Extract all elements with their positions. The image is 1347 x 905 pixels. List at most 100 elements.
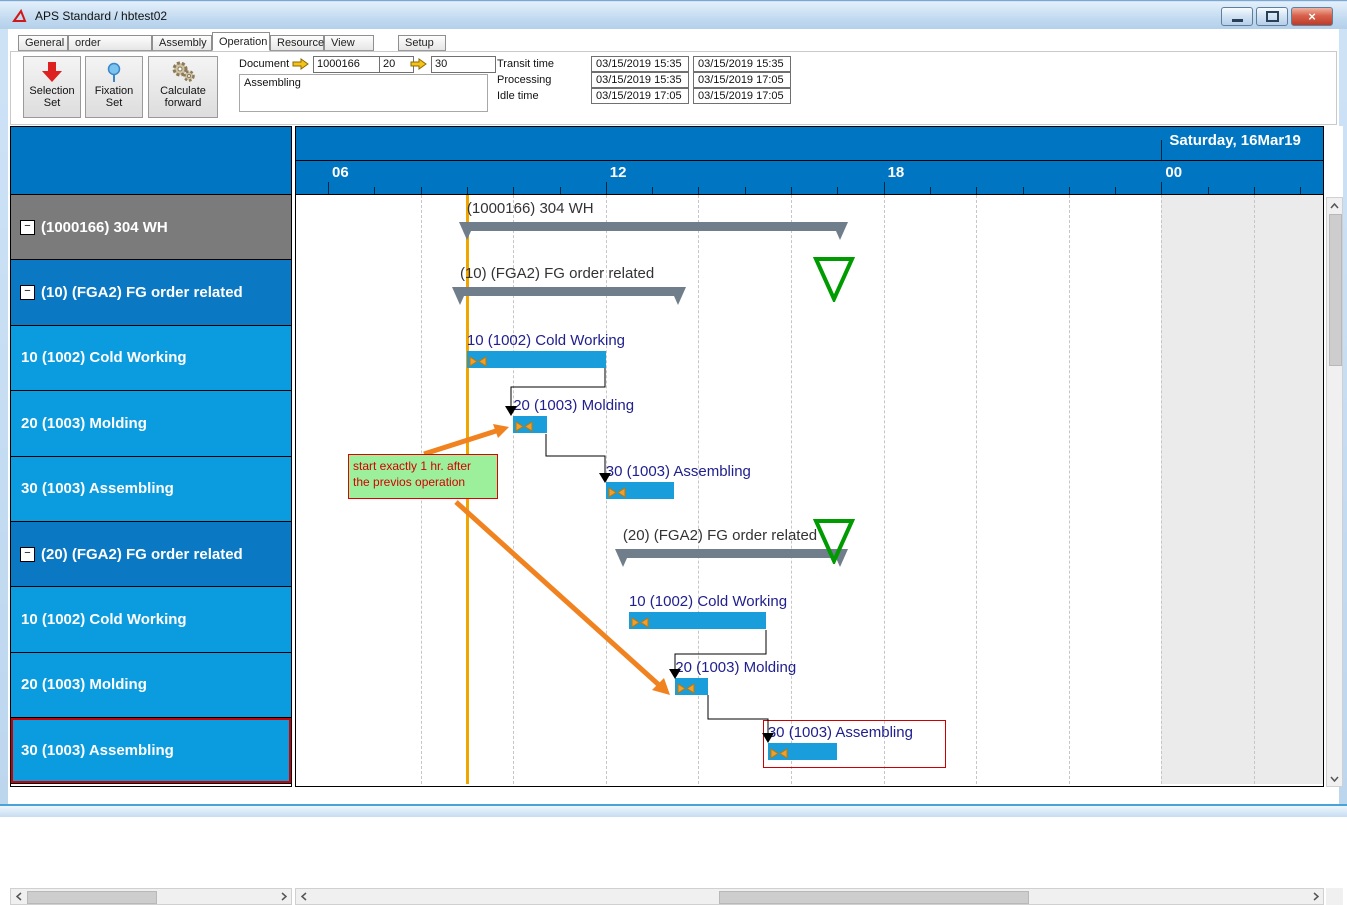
resource-row[interactable]: 30 (1003) Assembling	[11, 718, 291, 783]
tab-order[interactable]: order	[68, 35, 152, 51]
task-bar[interactable]	[629, 612, 767, 629]
tab-general[interactable]: General	[18, 35, 68, 51]
scroll-up-icon[interactable]	[1327, 198, 1342, 213]
transit-from-field[interactable]: 03/15/2019 15:35	[591, 56, 689, 72]
hour-tick	[1208, 187, 1209, 194]
task-bar[interactable]	[467, 351, 606, 368]
collapse-icon[interactable]: −	[20, 285, 35, 300]
bar-label: 10 (1002) Cold Working	[467, 332, 625, 349]
constraint-marker-icon	[631, 615, 649, 633]
toolbar: SelectionSetFixationSetCalculateforward …	[10, 51, 1337, 125]
resource-row[interactable]: 10 (1002) Cold Working	[11, 587, 291, 652]
maximize-icon	[1266, 11, 1279, 22]
task-bar[interactable]	[606, 482, 674, 499]
processing-from-field[interactable]: 03/15/2019 15:35	[591, 72, 689, 88]
vertical-scroll-thumb[interactable]	[1329, 214, 1342, 366]
button-label: Fixation	[86, 85, 142, 97]
tab-setup[interactable]: Setup	[398, 35, 446, 51]
tab-resource[interactable]: Resource	[270, 35, 324, 51]
hour-tick	[328, 182, 329, 194]
constraint-marker-icon	[469, 354, 487, 372]
resource-row[interactable]: 10 (1002) Cold Working	[11, 326, 291, 391]
scroll-left-icon[interactable]	[296, 889, 311, 904]
processing-to-field[interactable]: 03/15/2019 17:05	[693, 72, 791, 88]
idle-from-field[interactable]: 03/15/2019 17:05	[591, 88, 689, 104]
client-area: GeneralorderAssemblyOperationResourceVie…	[8, 29, 1339, 807]
resource-row-label: (20) (FGA2) FG order related	[41, 546, 243, 563]
hour-tick	[421, 187, 422, 194]
task-bar[interactable]	[675, 678, 707, 695]
constraint-marker-icon	[515, 419, 533, 437]
vertical-scrollbar[interactable]	[1326, 197, 1343, 787]
resource-row[interactable]: 30 (1003) Assembling	[11, 457, 291, 522]
resource-row-label: 20 (1003) Molding	[21, 415, 147, 432]
close-icon: ×	[1308, 9, 1316, 24]
gantt-row: 20 (1003) Molding	[296, 391, 1323, 456]
gantt-body: (1000166) 304 WH (10) (FGA2) FG order rel…	[296, 195, 1323, 784]
gantt-row: (20) (FGA2) FG order related	[296, 522, 1323, 587]
left-hscroll-thumb[interactable]	[27, 891, 157, 904]
hour-tick	[467, 187, 468, 194]
annotation-note: start exactly 1 hr. after the previos op…	[348, 454, 498, 499]
scroll-left-icon[interactable]	[11, 889, 26, 904]
operation-from-field[interactable]: 20	[379, 56, 414, 73]
hour-tick	[976, 187, 977, 194]
scrollbar-corner	[1326, 888, 1343, 905]
yellow-arrow-icon	[292, 57, 310, 75]
yellow-arrow-icon	[410, 57, 428, 75]
tab-view[interactable]: View	[324, 35, 374, 51]
gantt-hscrollbar[interactable]	[295, 888, 1324, 905]
due-date-triangle-icon	[813, 256, 855, 307]
app-logo-icon	[12, 9, 28, 23]
hour-tick	[1161, 182, 1162, 194]
maximize-button[interactable]	[1256, 7, 1288, 26]
gantt-hscroll-thumb[interactable]	[719, 891, 1029, 904]
constraint-marker-icon	[608, 485, 626, 503]
calculate-forward-button[interactable]: Calculateforward	[148, 56, 218, 118]
hour-band: 06121800	[296, 161, 1323, 195]
day-boundary-tick	[1161, 140, 1162, 160]
fixation-set-button[interactable]: FixationSet	[85, 56, 143, 118]
task-bar[interactable]	[513, 416, 546, 433]
button-label: Set	[24, 97, 80, 109]
idle-to-field[interactable]: 03/15/2019 17:05	[693, 88, 791, 104]
summary-bar[interactable]	[460, 287, 678, 296]
tab-operation[interactable]: Operation	[212, 32, 270, 51]
summary-bar[interactable]	[623, 549, 840, 558]
close-button[interactable]: ×	[1291, 7, 1333, 26]
collapse-icon[interactable]: −	[20, 547, 35, 562]
resource-row[interactable]: −(20) (FGA2) FG order related	[11, 522, 291, 587]
operation-description-box[interactable]: Assembling	[239, 74, 488, 112]
document-number-field[interactable]: 1000166	[313, 56, 380, 73]
scroll-down-icon[interactable]	[1327, 771, 1342, 786]
resource-row[interactable]: −(1000166) 304 WH	[11, 195, 291, 260]
gears-icon	[149, 59, 217, 85]
hour-label: 00	[1165, 164, 1182, 181]
bar-label: (1000166) 304 WH	[467, 200, 594, 217]
scroll-right-icon[interactable]	[276, 889, 291, 904]
hour-tick	[1254, 187, 1255, 194]
hour-tick	[837, 187, 838, 194]
resource-row[interactable]: 20 (1003) Molding	[11, 653, 291, 718]
minimize-icon	[1232, 19, 1243, 22]
window-title: APS Standard / hbtest02	[35, 9, 167, 23]
left-panel-hscrollbar[interactable]	[10, 888, 292, 905]
transit-time-label: Transit time	[497, 58, 585, 70]
scroll-right-icon[interactable]	[1308, 889, 1323, 904]
hour-tick	[745, 187, 746, 194]
resource-row[interactable]: −(10) (FGA2) FG order related	[11, 260, 291, 325]
transit-to-field[interactable]: 03/15/2019 15:35	[693, 56, 791, 72]
gantt-row: (1000166) 304 WH	[296, 195, 1323, 260]
title-bar: APS Standard / hbtest02 ×	[0, 2, 1347, 29]
summary-end-cap	[670, 287, 686, 305]
summary-bar[interactable]	[467, 222, 840, 231]
selection-set-button[interactable]: SelectionSet	[23, 56, 81, 118]
minimize-button[interactable]	[1221, 7, 1253, 26]
operation-to-field[interactable]: 30	[431, 56, 496, 73]
tab-assembly[interactable]: Assembly	[152, 35, 212, 51]
button-label: Set	[86, 97, 142, 109]
collapse-icon[interactable]: −	[20, 220, 35, 235]
gantt-row: (10) (FGA2) FG order related	[296, 260, 1323, 325]
resource-row[interactable]: 20 (1003) Molding	[11, 391, 291, 456]
bar-label: (20) (FGA2) FG order related	[623, 527, 817, 544]
